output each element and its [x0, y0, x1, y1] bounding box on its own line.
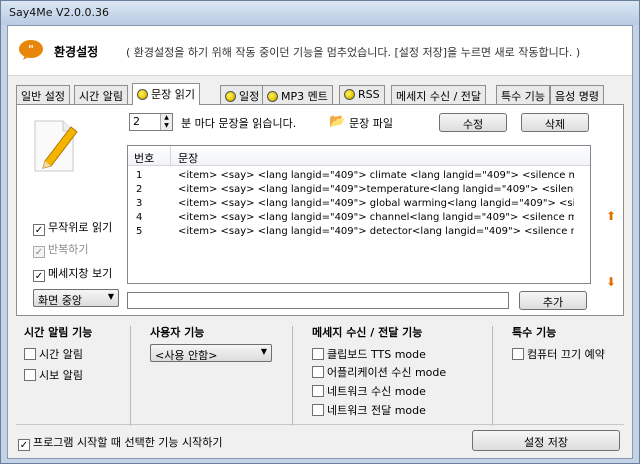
move-down-arrow-icon[interactable]: ⬇	[606, 275, 616, 289]
show-message-checkbox[interactable]: ✓ 메세지창 보기	[33, 265, 112, 282]
list-item[interactable]: 2 <item> <say> <lang langid="409">tempera…	[128, 184, 590, 198]
user-function-combo[interactable]: <사용 안함> ▼	[150, 344, 272, 362]
time-alert-checkbox[interactable]: 시간 알림	[24, 346, 83, 362]
list-item[interactable]: 5 <item> <say> <lang langid="409"> detect…	[128, 226, 590, 240]
yellow-dot-icon	[344, 89, 355, 100]
tab-schedule[interactable]: 일정	[220, 85, 265, 104]
position-combo[interactable]: 화면 중앙 ▼	[33, 289, 119, 307]
group-divider	[492, 326, 493, 426]
list-item[interactable]: 4 <item> <say> <lang langid="409"> channe…	[128, 212, 590, 226]
window-title: Say4Me V2.0.0.36	[9, 6, 109, 19]
settings-client: " 환경설정 ( 환경설정을 하기 위해 작동 중이던 기능을 멈추었습니다. …	[7, 25, 633, 459]
tab-sentence-reading[interactable]: 문장 읽기	[132, 83, 200, 105]
sentence-list[interactable]: 번호 문장 1 <item> <say> <lang langid="409"> …	[127, 145, 591, 284]
time-alert-group-title: 시간 알림 기능	[24, 326, 93, 339]
dropdown-arrow-icon: ▼	[260, 347, 267, 356]
speech-bubble-logo-icon: "	[19, 40, 43, 60]
title-bar[interactable]: Say4Me V2.0.0.36	[1, 1, 639, 25]
settings-tabs: 일반 설정 시간 알림 문장 읽기 일정 MP3 멘트 RSS 메세지 수신 /…	[16, 83, 628, 105]
hour-chime-checkbox[interactable]: 시보 알림	[24, 367, 83, 383]
stepper-up-icon[interactable]: ▲	[160, 114, 172, 122]
network-receive-checkbox[interactable]: 네트워크 수신 mode	[312, 383, 426, 399]
sentence-reading-panel: 2 ▲ ▼ 분 마다 문장을 읽습니다. 📂 문장 파일 수정 삭제 번호 문장…	[16, 104, 624, 316]
open-folder-icon[interactable]: 📂	[329, 114, 345, 129]
save-settings-button[interactable]: 설정 저장	[472, 430, 620, 451]
sentence-file-link[interactable]: 문장 파일	[349, 115, 393, 131]
special-group-title: 특수 기능	[512, 326, 557, 339]
tab-general[interactable]: 일반 설정	[16, 85, 70, 104]
column-separator[interactable]	[170, 146, 171, 166]
stepper-down-icon[interactable]: ▼	[160, 122, 172, 130]
edit-button[interactable]: 수정	[439, 113, 507, 132]
interval-stepper[interactable]: 2 ▲ ▼	[129, 113, 173, 131]
message-group-title: 메세지 수신 / 전달 기능	[312, 326, 423, 339]
tab-special[interactable]: 특수 기능	[496, 85, 550, 104]
yellow-dot-icon	[225, 91, 236, 102]
app-receive-checkbox[interactable]: 어플리케이션 수신 mode	[312, 364, 446, 380]
tab-mp3[interactable]: MP3 멘트	[262, 85, 333, 104]
new-sentence-input[interactable]	[127, 292, 509, 309]
column-header-sentence[interactable]: 문장	[178, 150, 198, 166]
tab-voice-command[interactable]: 음성 명령	[550, 85, 604, 104]
list-item[interactable]: 3 <item> <say> <lang langid="409"> global…	[128, 198, 590, 212]
tab-rss[interactable]: RSS	[339, 85, 385, 104]
list-header: 번호 문장	[128, 146, 590, 166]
user-group-title: 사용자 기능	[150, 326, 205, 339]
app-window: Say4Me V2.0.0.36 " 환경설정 ( 환경설정을 하기 위해 작동…	[0, 0, 640, 464]
network-send-checkbox[interactable]: 네트워크 전달 mode	[312, 402, 426, 418]
move-up-arrow-icon[interactable]: ⬆	[606, 209, 616, 223]
group-divider	[292, 326, 293, 426]
svg-text:": "	[28, 43, 34, 56]
tab-message[interactable]: 메세지 수신 / 전달	[391, 85, 487, 104]
header-description: ( 환경설정을 하기 위해 작동 중이던 기능을 멈추었습니다. [설정 저장]…	[126, 46, 581, 59]
shutdown-reserve-checkbox[interactable]: 컴퓨터 끄기 예약	[512, 346, 605, 362]
yellow-dot-icon	[137, 89, 148, 100]
yellow-dot-icon	[267, 91, 278, 102]
note-pencil-icon	[34, 120, 78, 172]
list-item[interactable]: 1 <item> <say> <lang langid="409"> climat…	[128, 170, 590, 184]
delete-button[interactable]: 삭제	[521, 113, 589, 132]
repeat-checkbox[interactable]: ✓ 반복하기	[33, 241, 88, 258]
tab-time-alert[interactable]: 시간 알림	[74, 85, 128, 104]
dropdown-arrow-icon: ▼	[107, 292, 114, 301]
interval-label: 분 마다 문장을 읽습니다.	[181, 117, 297, 130]
settings-header: " 환경설정 ( 환경설정을 하기 위해 작동 중이던 기능을 멈추었습니다. …	[8, 26, 632, 76]
column-header-number[interactable]: 번호	[134, 150, 154, 166]
add-button[interactable]: 추가	[519, 291, 587, 310]
random-read-checkbox[interactable]: ✓ 무작위로 읽기	[33, 219, 112, 236]
footer-divider	[16, 424, 624, 425]
start-selected-checkbox[interactable]: ✓ 프로그램 시작할 때 선택한 기능 시작하기	[18, 434, 223, 451]
clipboard-tts-checkbox[interactable]: 클립보드 TTS mode	[312, 346, 426, 362]
page-title: 환경설정	[54, 45, 99, 59]
group-divider	[130, 326, 131, 426]
